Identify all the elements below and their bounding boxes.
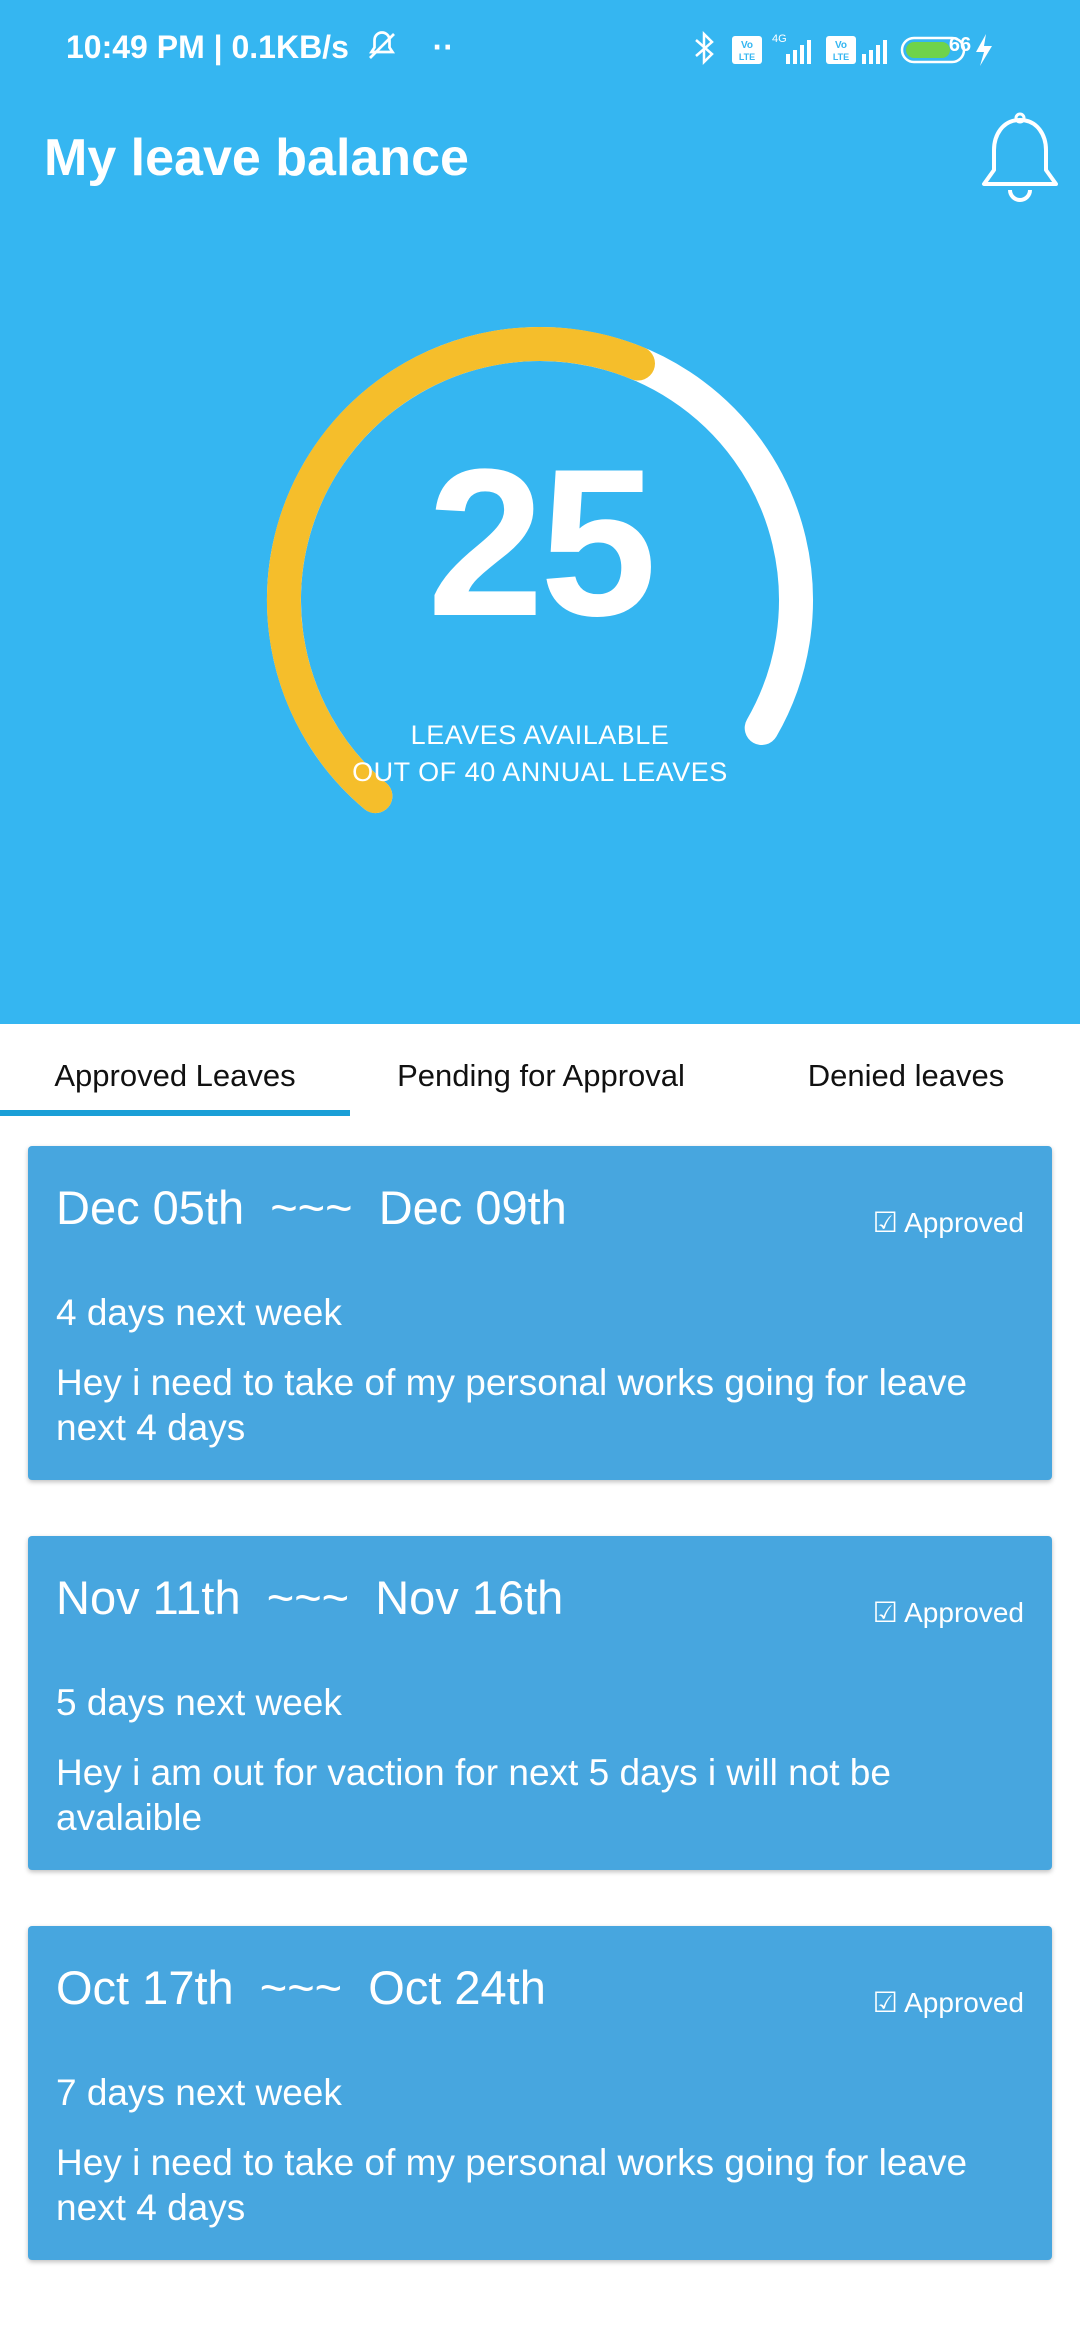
status-badge: ☑ Approved xyxy=(872,1597,1024,1628)
status-badge: ☑ Approved xyxy=(872,1987,1024,2018)
leave-duration: 4 days next week xyxy=(56,1292,342,1333)
leave-dates: Dec 05th ~~~ Dec 09th xyxy=(56,1181,567,1234)
gauge-label-line1: LEAVES AVAILABLE xyxy=(410,720,670,750)
gauge-label-line2: OUT OF 40 ANNUAL LEAVES xyxy=(352,757,728,787)
leave-reason: Hey i need to take of my personal works … xyxy=(56,1362,968,1448)
status-badge: ☑ Approved xyxy=(872,1207,1024,1238)
bell-icon[interactable] xyxy=(972,110,1068,206)
svg-text:LTE: LTE xyxy=(833,52,849,62)
battery-level-text: 66 xyxy=(948,34,972,56)
active-tab-indicator xyxy=(0,1110,350,1116)
leave-tabs: Approved Leaves Pending for Approval Den… xyxy=(0,1024,1080,1114)
status-time-speed: 10:49 PM | 0.1KB/s ·· xyxy=(66,28,454,66)
svg-text:LTE: LTE xyxy=(739,52,755,62)
volte-icon-2: Vo LTE xyxy=(826,36,856,64)
leave-card[interactable]: Dec 05th ~~~ Dec 09th ☑ Approved 4 days … xyxy=(28,1146,1052,1480)
tab-pending-for-approval[interactable]: Pending for Approval xyxy=(350,1024,732,1114)
leave-duration: 5 days next week xyxy=(56,1682,342,1723)
leave-reason: Hey i need to take of my personal works … xyxy=(56,2142,968,2228)
status-text: 10:49 PM | 0.1KB/s xyxy=(66,29,349,65)
svg-text:4G: 4G xyxy=(772,33,787,45)
volte-icon: Vo LTE xyxy=(732,36,762,64)
signal-icon: 4G xyxy=(772,33,811,64)
leave-card[interactable]: Nov 11th ~~~ Nov 16th ☑ Approved 5 days … xyxy=(28,1536,1052,1870)
bluetooth-icon xyxy=(695,30,714,66)
leaves-available-count: 25 xyxy=(427,425,657,660)
status-bar: 10:49 PM | 0.1KB/s ·· Vo LTE 4G Vo LTE xyxy=(0,0,1080,100)
status-dots: ·· xyxy=(432,29,454,65)
tab-denied-leaves[interactable]: Denied leaves xyxy=(732,1024,1080,1114)
leave-reason: Hey i am out for vaction for next 5 days… xyxy=(56,1752,891,1838)
svg-text:Vo: Vo xyxy=(741,40,753,51)
signal-icon-2 xyxy=(862,40,887,64)
mute-icon xyxy=(368,31,395,59)
status-icons: Vo LTE 4G Vo LTE xyxy=(690,30,1050,70)
tab-approved-leaves[interactable]: Approved Leaves xyxy=(0,1024,350,1114)
page-title: My leave balance xyxy=(44,129,469,187)
leave-dates: Nov 11th ~~~ Nov 16th xyxy=(56,1571,564,1624)
leave-dates: Oct 17th ~~~ Oct 24th xyxy=(56,1961,546,2014)
svg-text:Vo: Vo xyxy=(835,40,847,51)
leave-duration: 7 days next week xyxy=(56,2072,342,2113)
leave-card[interactable]: Oct 17th ~~~ Oct 24th ☑ Approved 7 days … xyxy=(28,1926,1052,2260)
